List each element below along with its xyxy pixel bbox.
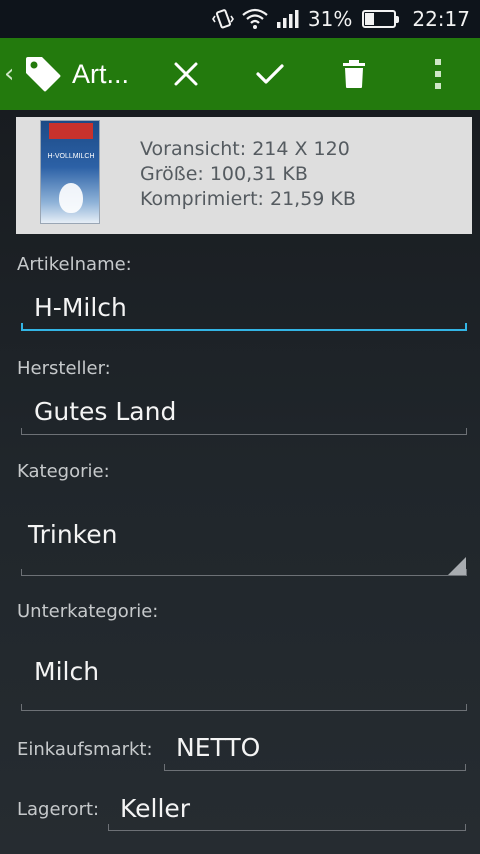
preview-compressed-size: Komprimiert: 21,59 KB: [140, 188, 356, 210]
einkaufsmarkt-underline: [164, 764, 466, 771]
action-bar-title[interactable]: Art...: [72, 59, 146, 90]
hersteller-label: Hersteller:: [17, 358, 111, 379]
dropdown-arrow-icon[interactable]: [448, 557, 466, 575]
kategorie-underline: [21, 569, 467, 576]
thumbnail-splash: [59, 183, 83, 213]
preview-info: Voransicht: 214 X 120 Größe: 100,31 KB K…: [140, 137, 356, 212]
hersteller-underline: [21, 428, 467, 435]
signal-icon: [276, 8, 300, 30]
close-button[interactable]: [156, 38, 216, 110]
einkaufsmarkt-label: Einkaufsmarkt:: [17, 739, 153, 760]
overflow-menu-button[interactable]: [408, 38, 468, 110]
wifi-icon: [242, 8, 268, 30]
battery-percent: 31%: [307, 7, 353, 31]
preview-size: Größe: 100,31 KB: [140, 163, 308, 185]
close-icon: [174, 62, 198, 86]
delete-button[interactable]: [324, 38, 384, 110]
artikelname-input[interactable]: H-Milch: [34, 293, 127, 322]
preview-dimensions: Voransicht: 214 X 120: [140, 138, 350, 160]
hersteller-input[interactable]: Gutes Land: [34, 397, 176, 426]
unterkategorie-input[interactable]: Milch: [34, 657, 99, 686]
artikelname-label: Artikelname:: [17, 254, 132, 275]
product-thumbnail[interactable]: H-VOLLMILCH: [40, 120, 100, 224]
lagerort-input[interactable]: Keller: [120, 794, 190, 823]
lagerort-underline: [108, 824, 466, 831]
check-icon: [256, 64, 284, 84]
vibrate-icon: [211, 8, 234, 30]
status-bar: 31% 22:17: [0, 0, 480, 38]
artikelname-underline: [21, 323, 467, 331]
more-vert-icon: [435, 59, 441, 89]
unterkategorie-label: Unterkategorie:: [17, 601, 159, 622]
kategorie-label: Kategorie:: [17, 461, 110, 482]
kategorie-spinner[interactable]: Trinken: [28, 520, 117, 549]
save-button[interactable]: [240, 38, 300, 110]
lagerort-label: Lagerort:: [17, 799, 100, 820]
thumbnail-label: H-VOLLMILCH: [47, 153, 95, 160]
tag-icon[interactable]: [20, 51, 66, 97]
trash-icon: [343, 60, 365, 88]
image-preview-card[interactable]: H-VOLLMILCH Voransicht: 214 X 120 Größe:…: [16, 117, 472, 234]
chevron-left-icon[interactable]: ‹: [4, 61, 18, 87]
thumbnail-cap: [49, 123, 93, 139]
action-bar: ‹ Art...: [0, 38, 480, 110]
unterkategorie-underline: [21, 704, 467, 711]
battery-icon: [362, 10, 400, 28]
clock: 22:17: [412, 7, 470, 31]
einkaufsmarkt-input[interactable]: NETTO: [176, 733, 260, 762]
